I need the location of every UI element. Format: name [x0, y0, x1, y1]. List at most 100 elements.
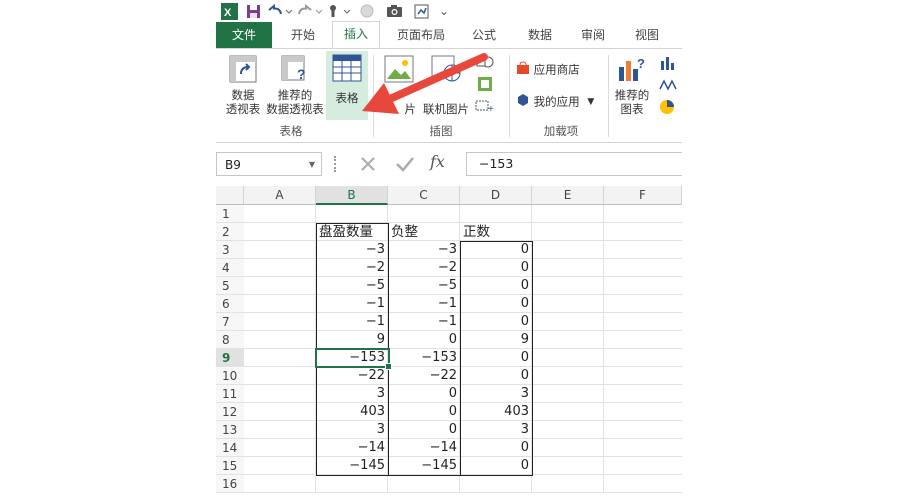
- row-header[interactable]: 7: [216, 313, 244, 331]
- tab-data[interactable]: 数据: [516, 22, 564, 48]
- table-button[interactable]: 表格: [326, 53, 368, 105]
- row-header[interactable]: 13: [216, 421, 244, 439]
- smartart-button[interactable]: [474, 75, 496, 96]
- row-header[interactable]: 6: [216, 295, 244, 313]
- fill-handle[interactable]: [385, 363, 392, 370]
- save-icon[interactable]: [242, 0, 264, 22]
- formula-bar: B9 ▼ fx −153: [216, 152, 682, 178]
- row-header[interactable]: 2: [216, 223, 244, 241]
- pie-chart-button[interactable]: [656, 99, 680, 118]
- table-cell[interactable]: −1: [388, 295, 460, 313]
- pivot-table-icon: [229, 55, 257, 86]
- camera-icon[interactable]: [380, 0, 408, 22]
- row-header[interactable]: 1: [216, 205, 244, 223]
- touch-mode-icon[interactable]: [324, 0, 354, 22]
- column-header-d[interactable]: D: [460, 186, 532, 205]
- svg-text:X: X: [224, 7, 232, 19]
- app-store-button[interactable]: 应用商店: [516, 61, 596, 78]
- row-header[interactable]: 10: [216, 367, 244, 385]
- tab-file[interactable]: 文件: [216, 22, 272, 48]
- screenshot-button[interactable]: +: [474, 97, 496, 118]
- tab-home[interactable]: 开始: [278, 22, 328, 48]
- row-header[interactable]: 8: [216, 331, 244, 349]
- my-apps-dropdown-icon[interactable]: ▼: [587, 97, 594, 107]
- range-bottom-c: [388, 458, 461, 476]
- row-header[interactable]: 3: [216, 241, 244, 259]
- row-header[interactable]: 4: [216, 259, 244, 277]
- table-cell[interactable]: −3: [388, 241, 460, 259]
- row-header[interactable]: 14: [216, 439, 244, 457]
- picture-icon: [384, 55, 414, 86]
- line-chart-button[interactable]: [656, 77, 680, 96]
- row-header[interactable]: 11: [216, 385, 244, 403]
- group-label-illustrations: 插图: [429, 124, 453, 138]
- column-header-c[interactable]: C: [388, 186, 460, 205]
- cancel-entry-icon[interactable]: [358, 154, 378, 178]
- range-border-d: [460, 241, 533, 476]
- group-separator: [509, 55, 510, 137]
- pictures-button[interactable]: 片: [382, 55, 416, 116]
- shapes-button[interactable]: [474, 55, 496, 76]
- table-cell[interactable]: −5: [388, 277, 460, 295]
- select-all-corner[interactable]: [216, 186, 244, 205]
- my-apps-button[interactable]: 我的应用 ▼: [516, 93, 608, 110]
- screenshot-icon[interactable]: [408, 0, 434, 22]
- gridline: [603, 205, 604, 493]
- confirm-entry-icon[interactable]: [394, 154, 416, 178]
- svg-text:?: ?: [297, 66, 306, 82]
- table-cell[interactable]: −2: [388, 259, 460, 277]
- circle-icon[interactable]: [354, 0, 380, 22]
- row-header[interactable]: 16: [216, 475, 244, 493]
- store-bag-icon: [516, 61, 530, 78]
- table-cell[interactable]: 0: [388, 403, 460, 421]
- screenshot-insert-icon: +: [475, 100, 494, 115]
- tab-insert[interactable]: 插入: [332, 21, 380, 48]
- undo-icon[interactable]: [264, 0, 294, 22]
- tab-formulas[interactable]: 公式: [462, 22, 506, 48]
- row-header[interactable]: 5: [216, 277, 244, 295]
- group-separator: [373, 55, 374, 137]
- row-header[interactable]: 9: [216, 349, 244, 367]
- table-cell[interactable]: −14: [388, 439, 460, 457]
- excel-window: X ⌄ 文件 开始 插入 页面布局 公式 数据 审阅 视图 数据 透视表 ? 推…: [216, 0, 682, 496]
- svg-text:+: +: [488, 104, 494, 115]
- table-icon: [332, 53, 362, 86]
- gridline: [244, 492, 682, 493]
- pivot-table-button[interactable]: 数据 透视表: [218, 55, 268, 116]
- column-header-a[interactable]: A: [244, 186, 316, 205]
- name-box-dropdown-icon[interactable]: ▼: [309, 153, 315, 177]
- row-header[interactable]: 15: [216, 457, 244, 475]
- smartart-icon: [478, 77, 492, 91]
- customize-toolbar-chevron-icon[interactable]: ⌄: [434, 0, 454, 22]
- column-header-b[interactable]: B: [316, 186, 388, 205]
- online-pictures-button[interactable]: 联机图片: [418, 55, 474, 116]
- table-cell[interactable]: 0: [388, 331, 460, 349]
- column-header-f[interactable]: F: [604, 186, 682, 205]
- column-chart-button[interactable]: [656, 55, 680, 74]
- redo-icon[interactable]: [294, 0, 324, 22]
- group-separator: [608, 55, 609, 137]
- tab-review[interactable]: 审阅: [572, 22, 614, 48]
- name-box[interactable]: B9 ▼: [216, 152, 322, 176]
- column-header-e[interactable]: E: [532, 186, 604, 205]
- recommended-pivot-button[interactable]: ? 推荐的 数据透视表: [262, 55, 328, 116]
- pie-chart-icon: [660, 100, 674, 114]
- recommended-chart-icon: ?: [617, 55, 647, 86]
- table-cell[interactable]: 0: [388, 421, 460, 439]
- insert-function-icon[interactable]: fx: [430, 152, 445, 171]
- active-cell-selection[interactable]: [315, 348, 390, 368]
- table-cell[interactable]: −22: [388, 367, 460, 385]
- tab-page-layout[interactable]: 页面布局: [388, 22, 454, 48]
- cell-c2[interactable]: 负整: [388, 223, 460, 241]
- recommended-charts-button[interactable]: ? 推荐的 图表: [612, 55, 652, 116]
- shapes-icon: [476, 56, 494, 68]
- group-label-tables: 表格: [279, 124, 303, 138]
- my-apps-icon: [516, 93, 530, 110]
- table-cell[interactable]: 0: [388, 385, 460, 403]
- tab-view[interactable]: 视图: [626, 22, 668, 48]
- column-chart-icon: [661, 57, 674, 70]
- table-cell[interactable]: −1: [388, 313, 460, 331]
- table-cell[interactable]: −153: [388, 349, 460, 367]
- row-header[interactable]: 12: [216, 403, 244, 421]
- formula-input[interactable]: −153: [466, 152, 682, 176]
